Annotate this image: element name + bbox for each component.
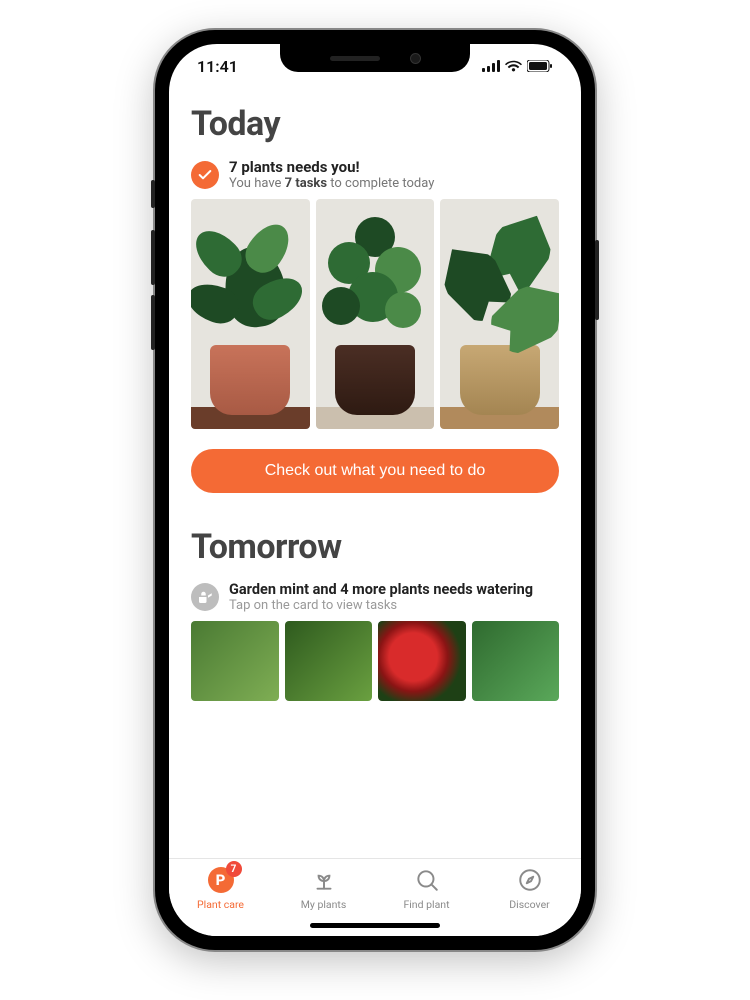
wifi-icon <box>505 60 522 72</box>
tomorrow-heading: Tomorrow <box>191 527 559 567</box>
sprout-icon <box>309 865 339 895</box>
tomorrow-summary[interactable]: Garden mint and 4 more plants needs wate… <box>191 581 559 613</box>
mute-switch <box>151 180 155 208</box>
plant-card[interactable] <box>316 199 435 429</box>
tab-plant-care[interactable]: P 7 Plant care <box>169 865 272 911</box>
tab-my-plants[interactable]: My plants <box>272 865 375 911</box>
tab-label: My plants <box>301 898 347 911</box>
plant-card[interactable] <box>440 199 559 429</box>
status-time: 11:41 <box>197 57 238 76</box>
tab-discover[interactable]: Discover <box>478 865 581 911</box>
power-button <box>595 240 599 320</box>
plant-card[interactable] <box>191 199 310 429</box>
today-cta-button[interactable]: Check out what you need to do <box>191 449 559 493</box>
plant-care-icon: P 7 <box>206 865 236 895</box>
today-title: 7 plants needs you! <box>229 158 434 176</box>
check-icon <box>191 161 219 189</box>
tab-label: Find plant <box>403 898 449 911</box>
screen: 11:41 Today 7 plants <box>169 44 581 936</box>
plant-thumb[interactable] <box>191 621 279 701</box>
notch <box>280 44 470 72</box>
tab-find-plant[interactable]: Find plant <box>375 865 478 911</box>
today-subtitle: You have 7 tasks to complete today <box>229 176 434 191</box>
today-heading: Today <box>191 104 559 144</box>
today-summary[interactable]: 7 plants needs you! You have 7 tasks to … <box>191 158 559 191</box>
volume-up-button <box>151 230 155 285</box>
plant-thumb[interactable] <box>378 621 466 701</box>
watering-can-icon <box>191 583 219 611</box>
tomorrow-subtitle: Tap on the card to view tasks <box>229 598 533 613</box>
battery-icon <box>527 60 553 72</box>
compass-icon <box>515 865 545 895</box>
tab-label: Plant care <box>197 898 244 911</box>
volume-down-button <box>151 295 155 350</box>
search-icon <box>412 865 442 895</box>
cellular-icon <box>482 60 500 72</box>
plant-thumb[interactable] <box>472 621 560 701</box>
tab-label: Discover <box>509 898 549 911</box>
tomorrow-title: Garden mint and 4 more plants needs wate… <box>229 581 533 598</box>
phone-frame: 11:41 Today 7 plants <box>155 30 595 950</box>
home-indicator[interactable] <box>310 923 440 928</box>
tomorrow-plants-row[interactable] <box>191 621 559 701</box>
scroll-content[interactable]: Today 7 plants needs you! You have 7 tas… <box>169 88 581 858</box>
today-plants-row[interactable] <box>191 199 559 429</box>
tab-badge: 7 <box>226 861 242 877</box>
plant-thumb[interactable] <box>285 621 373 701</box>
